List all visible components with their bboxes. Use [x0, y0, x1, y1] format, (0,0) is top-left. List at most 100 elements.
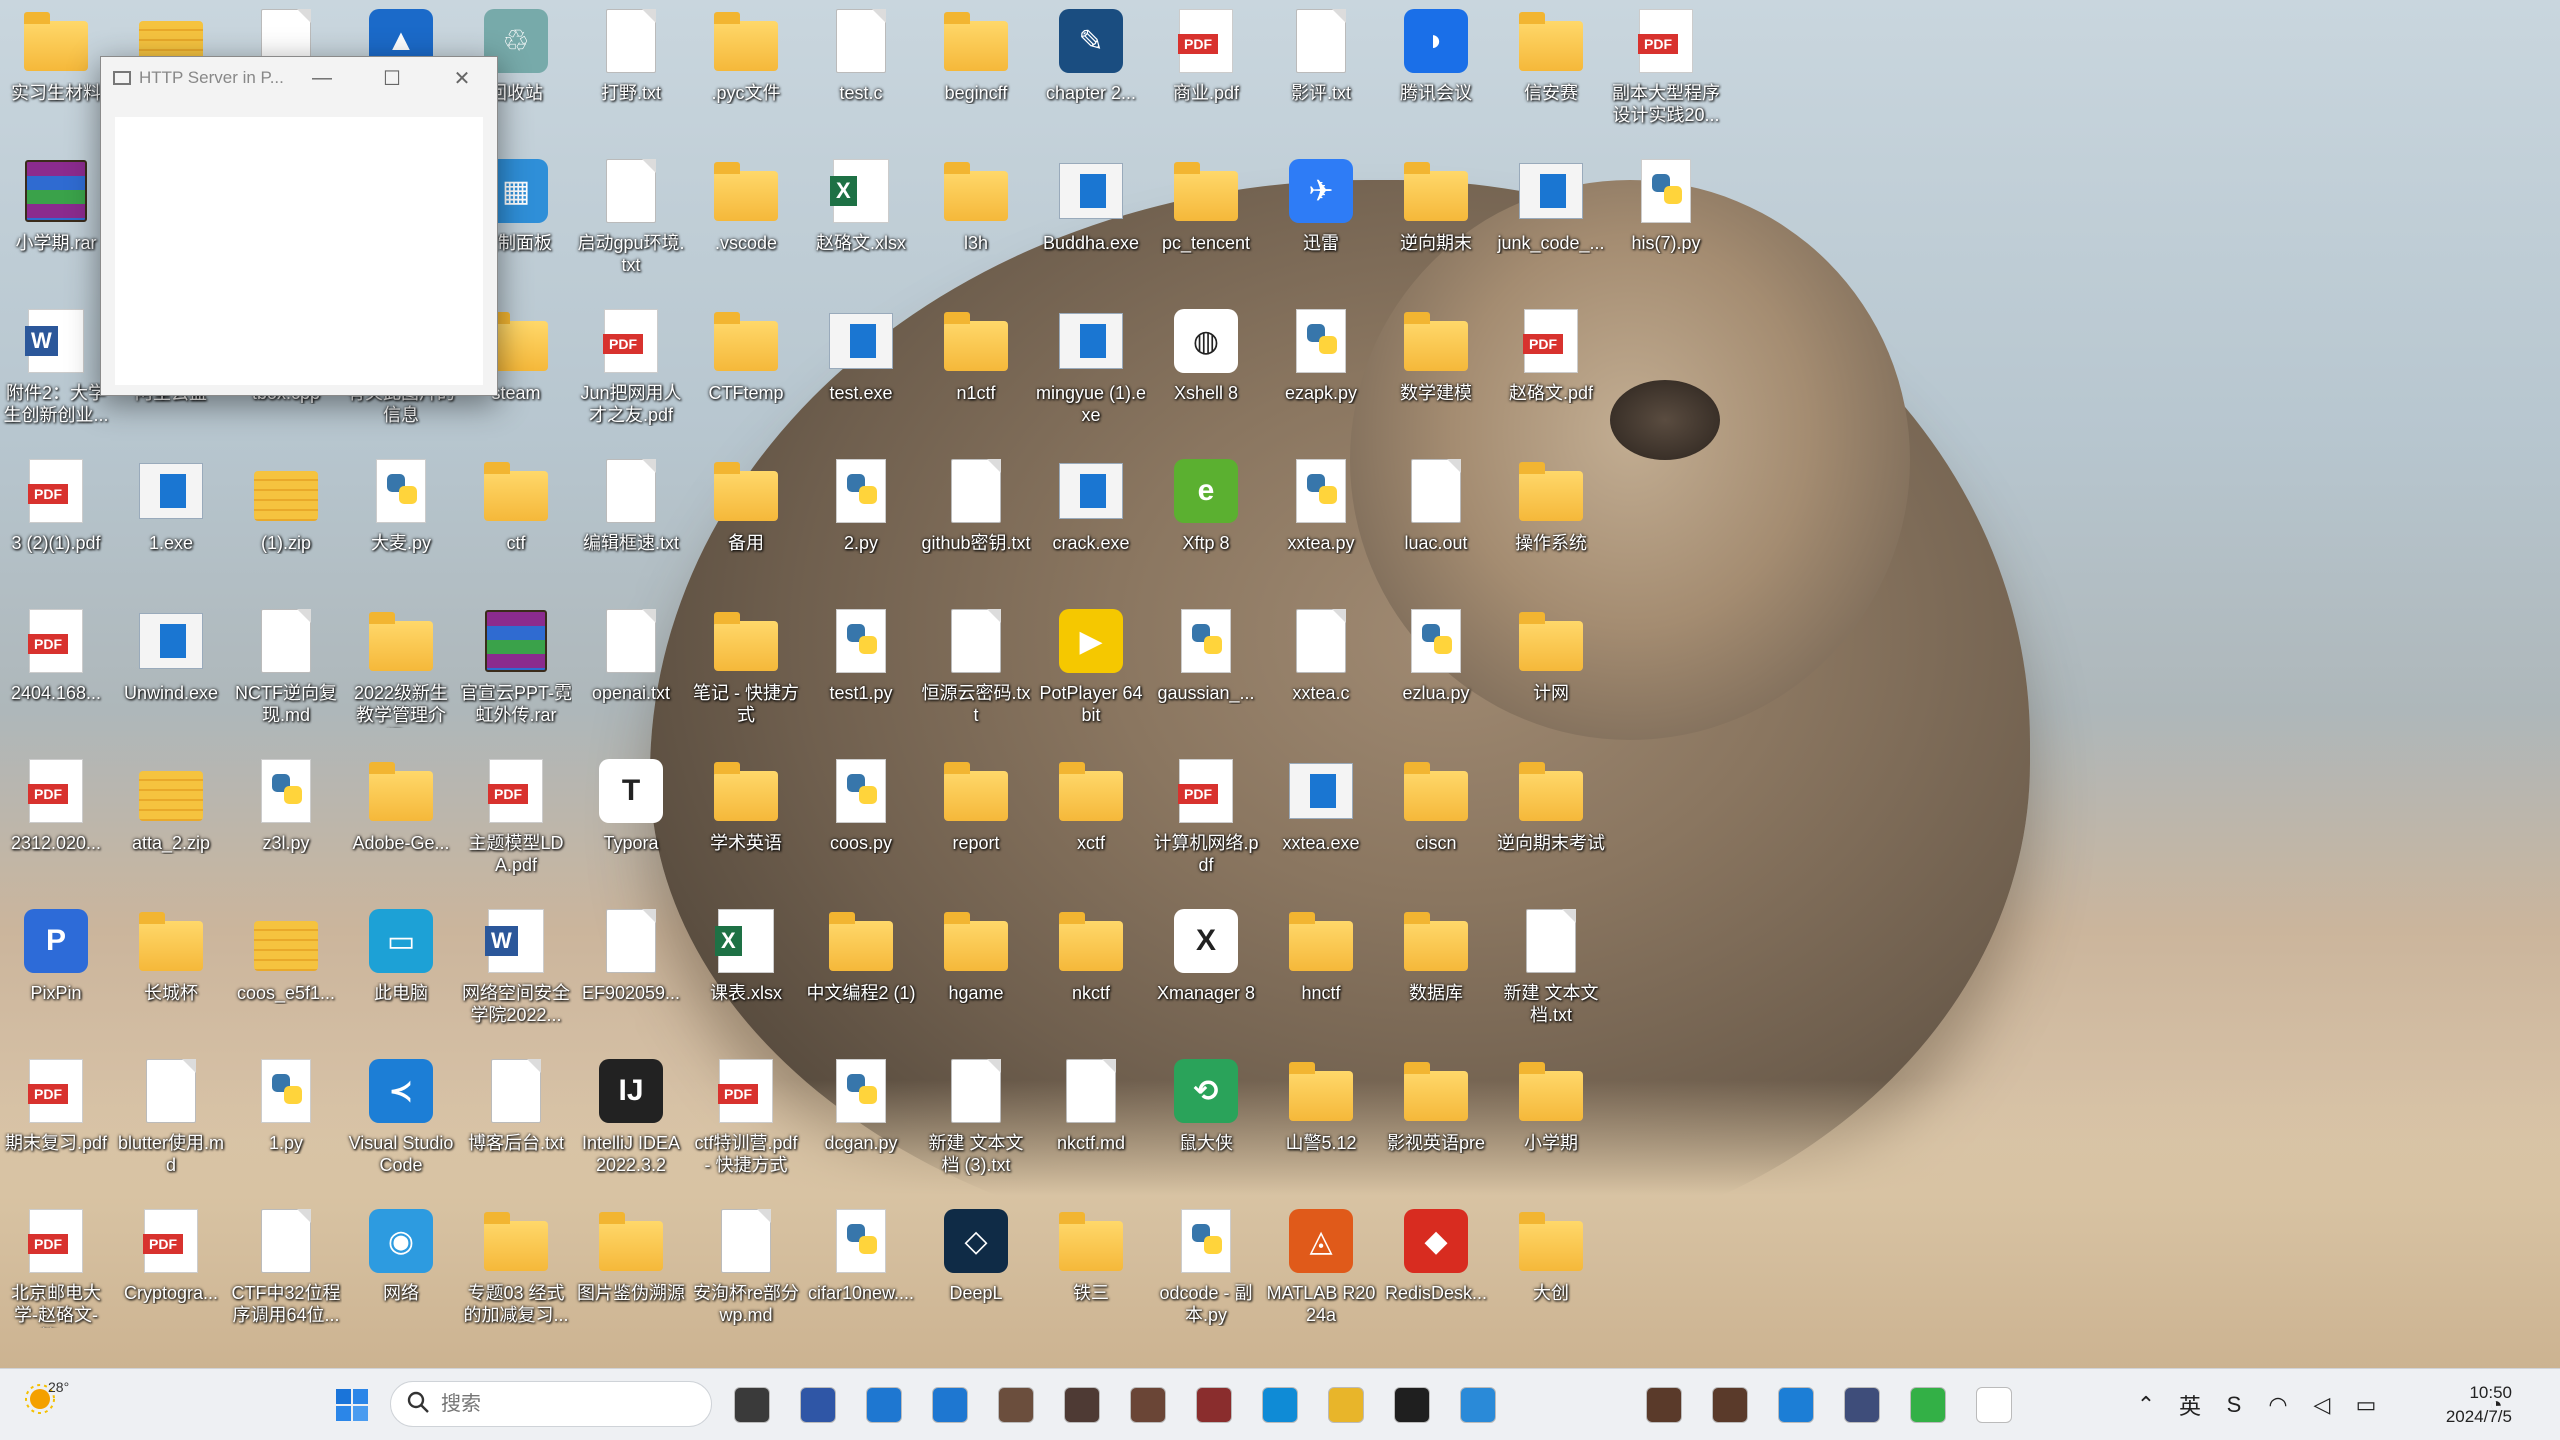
- desktop-icon[interactable]: luac.out: [1380, 450, 1492, 600]
- desktop-icon[interactable]: 大创: [1495, 1200, 1607, 1350]
- desktop-icon[interactable]: 新建 文本文档.txt: [1495, 900, 1607, 1050]
- minimize-button[interactable]: —: [287, 57, 357, 99]
- wechat-icon[interactable]: [1904, 1381, 1952, 1429]
- desktop-icon[interactable]: ◍ Xshell 8: [1150, 300, 1262, 450]
- desktop-icon[interactable]: PDF 2404.168...: [0, 600, 112, 750]
- desktop-icon[interactable]: 备用: [690, 450, 802, 600]
- desktop-icon[interactable]: ◆ RedisDesk...: [1380, 1200, 1492, 1350]
- maximize-button[interactable]: ☐: [357, 57, 427, 99]
- desktop-icon[interactable]: PDF 商业.pdf: [1150, 0, 1262, 150]
- desktop-icon[interactable]: P PixPin: [0, 900, 112, 1050]
- close-button[interactable]: ✕: [427, 57, 497, 99]
- desktop-icon[interactable]: CTF中32位程序调用64位...: [230, 1200, 342, 1350]
- desktop-icon[interactable]: 学术英语: [690, 750, 802, 900]
- system-clock[interactable]: 10:50 2024/7/5: [2412, 1381, 2512, 1429]
- desktop-icon[interactable]: atta_2.zip: [115, 750, 227, 900]
- desktop-icon[interactable]: PDF Cryptogra...: [115, 1200, 227, 1350]
- weather-widget[interactable]: 28°: [24, 1379, 69, 1420]
- desktop-icon[interactable]: 专题03 经式的加减复习...: [460, 1200, 572, 1350]
- desktop-icon[interactable]: PDF 赵硌文.pdf: [1495, 300, 1607, 450]
- desktop-icon[interactable]: begincff: [920, 0, 1032, 150]
- desktop-icon[interactable]: 影视英语pre: [1380, 1050, 1492, 1200]
- desktop-icon[interactable]: IJ IntelliJ IDEA 2022.3.2: [575, 1050, 687, 1200]
- desktop-icon[interactable]: .vscode: [690, 150, 802, 300]
- desktop-icon[interactable]: 恒源云密码.txt: [920, 600, 1032, 750]
- desktop-icon[interactable]: Buddha.exe: [1035, 150, 1147, 300]
- app-icon[interactable]: [794, 1381, 842, 1429]
- desktop-icon[interactable]: PDF 主题模型LDA.pdf: [460, 750, 572, 900]
- desktop-icon[interactable]: PDF 计算机网络.pdf: [1150, 750, 1262, 900]
- desktop-icon[interactable]: l3h: [920, 150, 1032, 300]
- bug-icon[interactable]: [1640, 1381, 1688, 1429]
- task-view-icon[interactable]: [728, 1381, 776, 1429]
- desktop-icon[interactable]: EF902059...: [575, 900, 687, 1050]
- desktop-icon[interactable]: 信安赛: [1495, 0, 1607, 150]
- desktop-icon[interactable]: X Xmanager 8: [1150, 900, 1262, 1050]
- desktop-icon[interactable]: test.c: [805, 0, 917, 150]
- character-icon[interactable]: [1190, 1381, 1238, 1429]
- desktop-icon[interactable]: ezapk.py: [1265, 300, 1377, 450]
- desktop-icon[interactable]: e Xftp 8: [1150, 450, 1262, 600]
- desktop-icon[interactable]: ⟲ 鼠大侠: [1150, 1050, 1262, 1200]
- desktop-icon[interactable]: 笔记 - 快捷方式: [690, 600, 802, 750]
- desktop-icon[interactable]: PDF 2312.020...: [0, 750, 112, 900]
- cat-icon[interactable]: [1838, 1381, 1886, 1429]
- desktop-icon[interactable]: ◬ MATLAB R2024a: [1265, 1200, 1377, 1350]
- desktop-icon[interactable]: hnctf: [1265, 900, 1377, 1050]
- desktop-icon[interactable]: CTFtemp: [690, 300, 802, 450]
- desktop-icon[interactable]: W 附件2：大学生创新创业...: [0, 300, 112, 450]
- desktop-icon[interactable]: xxtea.exe: [1265, 750, 1377, 900]
- character-icon[interactable]: [992, 1381, 1040, 1429]
- desktop-icon[interactable]: pc_tencent: [1150, 150, 1262, 300]
- desktop-icon[interactable]: test.exe: [805, 300, 917, 450]
- desktop-icon[interactable]: ciscn: [1380, 750, 1492, 900]
- desktop-icon[interactable]: xctf: [1035, 750, 1147, 900]
- desktop-icon[interactable]: 逆向期末考试: [1495, 750, 1607, 900]
- http-server-window[interactable]: HTTP Server in P... — ☐ ✕: [100, 56, 498, 396]
- desktop-icon[interactable]: 实习生材料: [0, 0, 112, 150]
- desktop-icon[interactable]: 新建 文本文档 (3).txt: [920, 1050, 1032, 1200]
- exe-icon[interactable]: [926, 1381, 974, 1429]
- character-icon[interactable]: [1058, 1381, 1106, 1429]
- desktop-icon[interactable]: Adobe-Ge...: [345, 750, 457, 900]
- edge-icon[interactable]: [1256, 1381, 1304, 1429]
- desktop-icon[interactable]: gaussian_...: [1150, 600, 1262, 750]
- desktop-icon[interactable]: Unwind.exe: [115, 600, 227, 750]
- desktop-icon[interactable]: PDF 3 (2)(1).pdf: [0, 450, 112, 600]
- app-icon[interactable]: S: [2214, 1381, 2254, 1429]
- desktop-icon[interactable]: dcgan.py: [805, 1050, 917, 1200]
- desktop-icon[interactable]: cifar10new....: [805, 1200, 917, 1350]
- desktop-icon[interactable]: 博客后台.txt: [460, 1050, 572, 1200]
- desktop-icon[interactable]: 1.exe: [115, 450, 227, 600]
- desktop-icon[interactable]: 2022级新生教学管理介绍...: [345, 600, 457, 750]
- terminal-icon[interactable]: [1388, 1381, 1436, 1429]
- desktop-icon[interactable]: W 网络空间安全学院2022...: [460, 900, 572, 1050]
- desktop-icon[interactable]: ✎ chapter 2...: [1035, 0, 1147, 150]
- desktop-icon[interactable]: mingyue (1).exe: [1035, 300, 1147, 450]
- desktop-icon[interactable]: PDF ctf特训营.pdf - 快捷方式: [690, 1050, 802, 1200]
- desktop-icon[interactable]: T Typora: [575, 750, 687, 900]
- desktop-icon[interactable]: hgame: [920, 900, 1032, 1050]
- desktop-icon[interactable]: 打野.txt: [575, 0, 687, 150]
- desktop-icon[interactable]: nkctf.md: [1035, 1050, 1147, 1200]
- desktop-icon[interactable]: PDF 北京邮电大学-赵硌文-简...: [0, 1200, 112, 1350]
- desktop-icon[interactable]: (1).zip: [230, 450, 342, 600]
- desktop-icon[interactable]: ctf: [460, 450, 572, 600]
- desktop-icon[interactable]: coos_e5f1...: [230, 900, 342, 1050]
- desktop-icon[interactable]: ▭ 此电脑: [345, 900, 457, 1050]
- ime-icon[interactable]: 英: [2170, 1381, 2210, 1429]
- desktop-icon[interactable]: 大麦.py: [345, 450, 457, 600]
- desktop-icon[interactable]: ◇ DeepL: [920, 1200, 1032, 1350]
- desktop-icon[interactable]: 安洵杯re部分wp.md: [690, 1200, 802, 1350]
- desktop-icon[interactable]: 中文编程2 (1): [805, 900, 917, 1050]
- desktop-icon[interactable]: X 赵硌文.xlsx: [805, 150, 917, 300]
- desktop-icon[interactable]: github密钥.txt: [920, 450, 1032, 600]
- desktop-icon[interactable]: test1.py: [805, 600, 917, 750]
- chevron-up-icon[interactable]: ⌃: [2126, 1381, 2166, 1429]
- desktop-icon[interactable]: ◗ 腾讯会议: [1380, 0, 1492, 150]
- battery-icon[interactable]: ▭: [2346, 1381, 2386, 1429]
- desktop-icon[interactable]: xxtea.c: [1265, 600, 1377, 750]
- volume-icon[interactable]: ◁: [2302, 1381, 2342, 1429]
- desktop-icon[interactable]: report: [920, 750, 1032, 900]
- desktop-icon[interactable]: blutter使用.md: [115, 1050, 227, 1200]
